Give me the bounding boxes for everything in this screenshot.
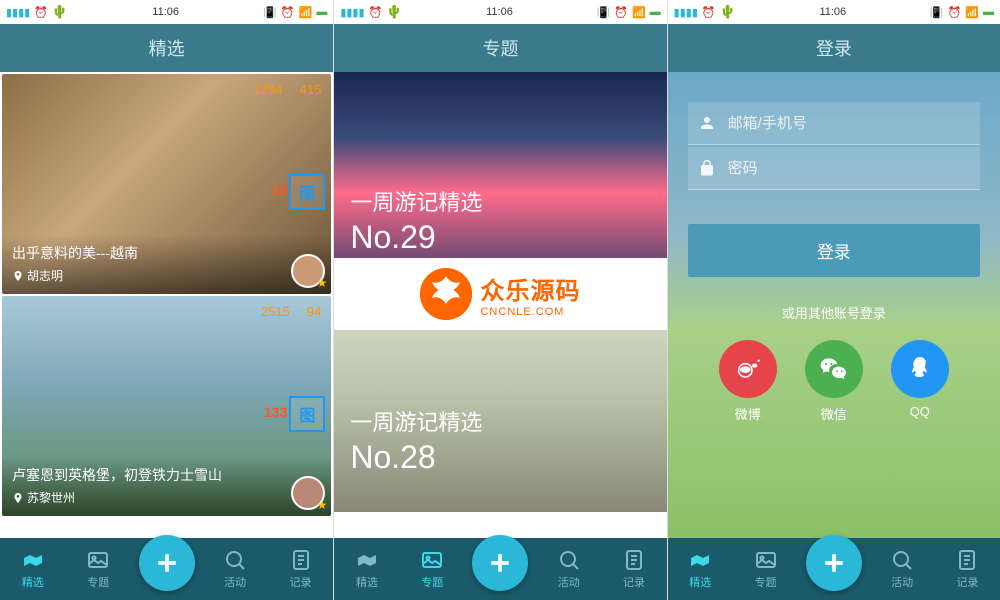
watermark-logo: 众乐源码 CNCNLE.COM (334, 258, 666, 330)
alarm-icon: ⏰ (948, 6, 962, 19)
cactus-icon: 🌵 (52, 4, 68, 20)
image-count: 133 (264, 404, 287, 420)
tab-records[interactable]: 记录 (276, 548, 326, 590)
qq-icon (891, 340, 949, 398)
tab-featured[interactable]: 精选 (675, 548, 725, 590)
wifi-icon: 📶 (632, 6, 646, 19)
battery-icon: ▬ (650, 6, 661, 18)
social-qq[interactable]: QQ (891, 340, 949, 423)
tabbar: 精选 专题 活动 记录 (668, 538, 1000, 600)
signal-icon: ▮▮▮▮ (6, 6, 30, 19)
alarm-icon: ⏰ (702, 6, 716, 19)
status-time: 11:06 (486, 6, 513, 18)
phone-featured: ▮▮▮▮ ⏰ 🌵 11:06 📳 ⏰ 📶 ▬ 精选 1284 415 18 图 … (0, 0, 333, 600)
alt-login-label: 或用其他账号登录 (688, 303, 980, 322)
card-location: 苏黎世州 (12, 489, 321, 506)
tabbar: 精选 专题 活动 记录 (334, 538, 666, 600)
star-icon: ★ (317, 276, 328, 290)
fab-add[interactable] (472, 535, 528, 591)
views-stat: 2515 (258, 304, 290, 319)
password-input[interactable] (728, 160, 970, 177)
image-badge-icon: 图 (289, 396, 325, 432)
tab-activity[interactable]: 活动 (877, 548, 927, 590)
header-title: 登录 (668, 24, 1000, 72)
star-icon: ★ (317, 498, 328, 512)
email-field-row[interactable] (688, 102, 980, 145)
likes-stat: 415 (297, 82, 322, 97)
logo-text-en: CNCNLE.COM (480, 306, 580, 318)
topic-title: 一周游记精选 (350, 405, 482, 437)
header-title: 专题 (334, 24, 666, 72)
statusbar: ▮▮▮▮⏰🌵 11:06 📳⏰📶▬ (334, 0, 666, 24)
password-field-row[interactable] (688, 147, 980, 190)
email-input[interactable] (728, 115, 970, 132)
fab-add[interactable] (139, 535, 195, 591)
card-title: 出乎意料的美---越南 (12, 243, 321, 263)
battery-icon: ▬ (316, 6, 327, 18)
topic-number: No.28 (350, 439, 482, 476)
tab-featured[interactable]: 精选 (8, 548, 58, 590)
fab-add[interactable] (806, 535, 862, 591)
phone-topics: ▮▮▮▮⏰🌵 11:06 📳⏰📶▬ 专题 一周游记精选 No.29 众乐源码 C… (333, 0, 666, 600)
wifi-icon: 📶 (965, 6, 979, 19)
tab-records[interactable]: 记录 (609, 548, 659, 590)
alarm-icon: ⏰ (614, 6, 628, 19)
tab-topics[interactable]: 专题 (73, 548, 123, 590)
user-icon (698, 114, 716, 132)
logo-mark-icon (420, 268, 472, 320)
statusbar: ▮▮▮▮⏰🌵 11:06 📳⏰📶▬ (668, 0, 1000, 24)
alarm-icon: ⏰ (34, 6, 48, 19)
login-button[interactable]: 登录 (688, 224, 980, 277)
card-location: 胡志明 (12, 267, 321, 284)
tab-featured[interactable]: 精选 (342, 548, 392, 590)
wifi-icon: 📶 (299, 6, 313, 19)
alarm-icon: ⏰ (369, 6, 383, 19)
featured-card[interactable]: 2515 94 133 图 卢塞恩到英格堡，初登铁力士雪山 苏黎世州 ★ (2, 296, 331, 516)
statusbar: ▮▮▮▮ ⏰ 🌵 11:06 📳 ⏰ 📶 ▬ (0, 0, 333, 24)
weibo-icon (719, 340, 777, 398)
topic-number: No.29 (350, 219, 482, 256)
vibrate-icon: 📳 (597, 6, 611, 19)
image-count: 18 (272, 182, 288, 198)
lock-icon (698, 159, 716, 177)
phone-login: ▮▮▮▮⏰🌵 11:06 📳⏰📶▬ 登录 登录 或用其他账号登录 (667, 0, 1000, 600)
cactus-icon: 🌵 (720, 4, 736, 20)
featured-list[interactable]: 1284 415 18 图 出乎意料的美---越南 胡志明 ★ 2515 94 … (0, 72, 333, 538)
vibrate-icon: 📳 (930, 6, 944, 19)
signal-icon: ▮▮▮▮ (674, 6, 698, 19)
image-badge-icon: 图 (289, 174, 325, 210)
status-time: 11:06 (819, 6, 846, 18)
tab-records[interactable]: 记录 (942, 548, 992, 590)
social-weibo[interactable]: 微博 (719, 340, 777, 423)
signal-icon: ▮▮▮▮ (340, 6, 364, 19)
tab-activity[interactable]: 活动 (544, 548, 594, 590)
topic-title: 一周游记精选 (350, 185, 482, 217)
header-title: 精选 (0, 24, 333, 72)
card-title: 卢塞恩到英格堡，初登铁力士雪山 (12, 465, 321, 485)
battery-icon: ▬ (983, 6, 994, 18)
social-wechat[interactable]: 微信 (805, 340, 863, 423)
tabbar: 精选 专题 活动 记录 (0, 538, 333, 600)
featured-card[interactable]: 1284 415 18 图 出乎意料的美---越南 胡志明 ★ (2, 74, 331, 294)
topics-list[interactable]: 一周游记精选 No.29 众乐源码 CNCNLE.COM 一周游记精选 No.2… (334, 72, 666, 538)
logo-text-cn: 众乐源码 (480, 271, 580, 306)
cactus-icon: 🌵 (386, 4, 402, 20)
tab-topics[interactable]: 专题 (407, 548, 457, 590)
tab-topics[interactable]: 专题 (741, 548, 791, 590)
vibrate-icon: 📳 (263, 6, 277, 19)
alarm-icon: ⏰ (281, 6, 295, 19)
tab-activity[interactable]: 活动 (210, 548, 260, 590)
wechat-icon (805, 340, 863, 398)
status-time: 11:06 (152, 6, 179, 18)
views-stat: 1284 (251, 82, 283, 97)
likes-stat: 94 (304, 304, 321, 319)
